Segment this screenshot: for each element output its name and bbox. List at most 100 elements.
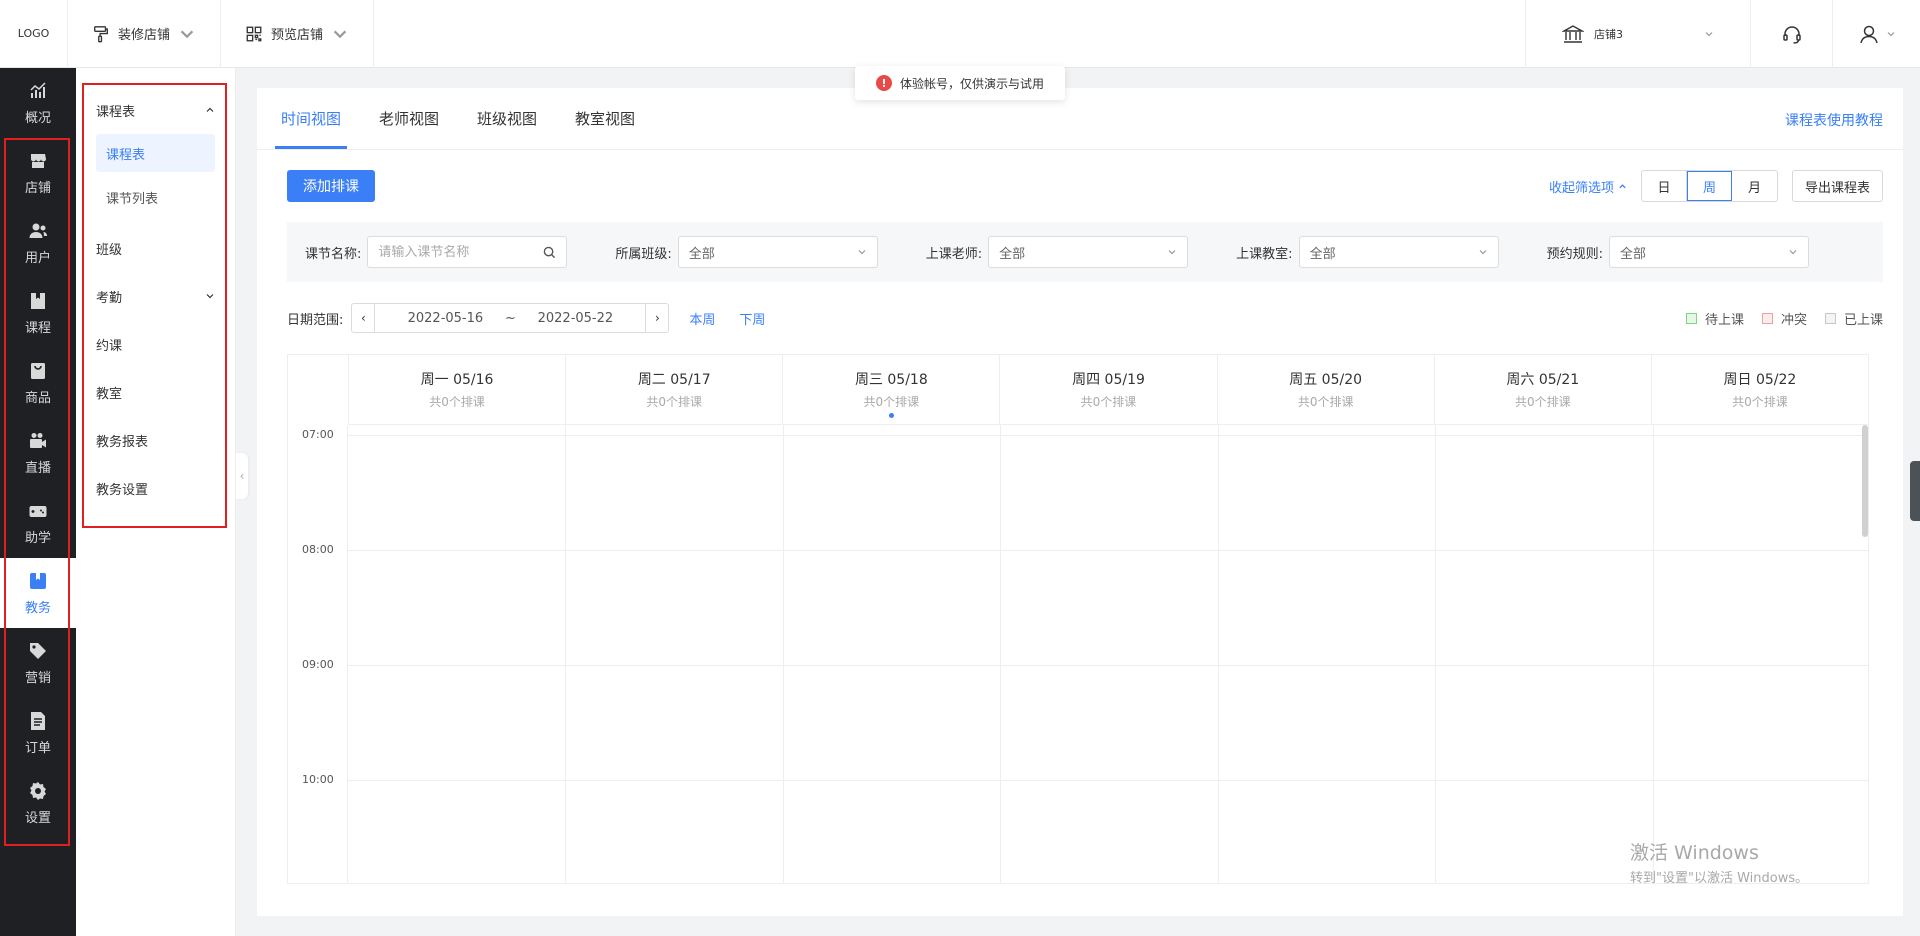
hour-line	[348, 665, 1868, 666]
view-day-button[interactable]: 日	[1642, 171, 1687, 201]
store-name: 店铺3	[1594, 27, 1623, 41]
next-week-arrow[interactable]: ›	[646, 304, 668, 332]
subnav-item-schedule[interactable]: 课程表	[96, 134, 215, 172]
class-select[interactable]: 全部	[677, 236, 878, 268]
nav-label: 营销	[24, 670, 51, 686]
legend-swatch	[1824, 312, 1836, 324]
time-label: 08:00	[302, 543, 334, 556]
legend-label: 待上课	[1704, 312, 1744, 328]
tab-class-view[interactable]: 班级视图	[477, 88, 557, 149]
day-schedule-count: 共0个排课	[646, 395, 703, 409]
headset-icon	[1782, 25, 1801, 44]
lesson-name-input[interactable]	[378, 244, 529, 260]
legend-conflict: 冲突	[1761, 309, 1807, 328]
search-icon[interactable]	[543, 246, 556, 259]
day-title: 周日 05/22	[1723, 372, 1797, 388]
nav-item-users[interactable]: 用户	[0, 208, 76, 278]
subnav-group-attendance[interactable]: 考勤	[76, 272, 235, 320]
nav-item-store[interactable]: 店铺	[0, 138, 76, 208]
video-icon	[30, 432, 46, 448]
rule-filter-label: 预约规则:	[1546, 246, 1603, 262]
tab-teacher-view[interactable]: 老师视图	[379, 88, 459, 149]
day-column-header: 周三 05/18 共0个排课	[782, 355, 999, 424]
store-selector[interactable]: 店铺3	[1525, 0, 1750, 68]
view-week-button[interactable]: 周	[1686, 171, 1732, 201]
bag-icon	[31, 362, 45, 379]
add-schedule-button[interactable]: 添加排课	[287, 170, 375, 202]
paint-roller-icon	[94, 25, 108, 42]
decorate-store-menu[interactable]: 装修店铺	[68, 0, 222, 68]
lesson-name-field	[367, 236, 568, 268]
user-menu[interactable]	[1832, 0, 1920, 68]
subnav-group-schedule[interactable]: 课程表	[76, 86, 235, 134]
tutorial-link[interactable]: 课程表使用教程	[1785, 110, 1883, 130]
nav-item-goods[interactable]: 商品	[0, 348, 76, 418]
chevron-left-icon: ‹	[239, 469, 245, 483]
nav-item-course[interactable]: 课程	[0, 278, 76, 348]
today-indicator	[888, 413, 894, 418]
next-week-link[interactable]: 下周	[739, 309, 765, 328]
subnav-item-report[interactable]: 教务报表	[76, 416, 235, 464]
collapse-sidebar-button[interactable]: ‹	[236, 453, 248, 499]
subnav-label: 教务报表	[96, 434, 149, 450]
subnav-label: 教室	[96, 386, 123, 402]
status-legend: 待上课 冲突 已上课	[1685, 309, 1883, 328]
this-week-link[interactable]: 本周	[689, 309, 715, 328]
tag-icon	[30, 642, 46, 659]
hour-line	[348, 435, 1868, 436]
view-tabs: 时间视图 老师视图 班级视图 教室视图	[257, 88, 1903, 150]
nav-label: 课程	[24, 320, 51, 336]
calendar-body[interactable]: 07:00 08:00 09:00 10:00	[288, 425, 1868, 883]
tab-time-view[interactable]: 时间视图	[274, 88, 361, 149]
legend-label: 已上课	[1843, 312, 1883, 328]
collapse-filter-button[interactable]: 收起筛选项	[1549, 177, 1627, 196]
decorate-store-label: 装修店铺	[118, 28, 171, 43]
date-start: 2022-05-16	[407, 310, 484, 326]
day-column-header: 周六 05/21 共0个排课	[1433, 355, 1651, 424]
day-schedule-count: 共0个排课	[429, 395, 485, 409]
tab-classroom-view[interactable]: 教室视图	[575, 88, 655, 149]
room-select[interactable]: 全部	[1298, 236, 1499, 268]
nav-label: 助学	[24, 530, 51, 546]
day-schedule-count: 共0个排课	[1297, 395, 1354, 409]
prev-week-arrow[interactable]: ‹	[352, 304, 374, 332]
teacher-select[interactable]: 全部	[988, 236, 1189, 268]
subnav-label: 班级	[96, 242, 123, 258]
room-filter-label: 上课教室:	[1236, 246, 1293, 262]
date-range-field[interactable]: 2022-05-16 ~ 2022-05-22	[374, 304, 647, 332]
subnav-item-classroom[interactable]: 教室	[76, 368, 235, 416]
gamepad-icon	[29, 505, 47, 517]
subnav-item-class[interactable]: 班级	[76, 224, 235, 272]
export-schedule-button[interactable]: 导出课程表	[1791, 170, 1883, 202]
legend-label: 冲突	[1780, 312, 1807, 328]
lesson-name-label: 课节名称:	[305, 246, 362, 262]
chevron-down-icon	[1705, 31, 1713, 36]
logo[interactable]: LOGO	[0, 0, 68, 68]
day-title: 周六 05/21	[1506, 372, 1580, 388]
nav-label: 店铺	[24, 180, 51, 196]
legend-done: 已上课	[1824, 309, 1883, 328]
support-button[interactable]	[1750, 0, 1832, 68]
nav-item-study[interactable]: 助学	[0, 488, 76, 558]
preview-store-menu[interactable]: 预览店铺	[221, 0, 375, 68]
subnav-label: 考勤	[96, 290, 123, 306]
subnav-item-lesson-list[interactable]: 课节列表	[96, 178, 215, 216]
view-month-button[interactable]: 月	[1732, 171, 1777, 201]
nav-item-live[interactable]: 直播	[0, 418, 76, 488]
nav-item-overview[interactable]: 概况	[0, 68, 76, 138]
book-icon	[31, 292, 45, 309]
nav-item-settings[interactable]: 设置	[0, 768, 76, 838]
subnav-item-booking[interactable]: 约课	[76, 320, 235, 368]
document-icon	[31, 711, 45, 730]
day-title: 周三 05/18	[854, 372, 928, 388]
calendar-scrollbar[interactable]	[1862, 425, 1868, 537]
side-floating-widget[interactable]	[1910, 461, 1920, 521]
chevron-up-icon	[1619, 183, 1626, 188]
collapse-filter-label: 收起筛选项	[1548, 180, 1614, 196]
rule-select[interactable]: 全部	[1608, 236, 1809, 268]
day-schedule-count: 共0个排课	[1732, 395, 1788, 409]
subnav-item-settings[interactable]: 教务设置	[76, 464, 235, 512]
nav-item-marketing[interactable]: 营销	[0, 628, 76, 698]
nav-item-academic[interactable]: 教务	[0, 558, 76, 628]
nav-item-orders[interactable]: 订单	[0, 698, 76, 768]
